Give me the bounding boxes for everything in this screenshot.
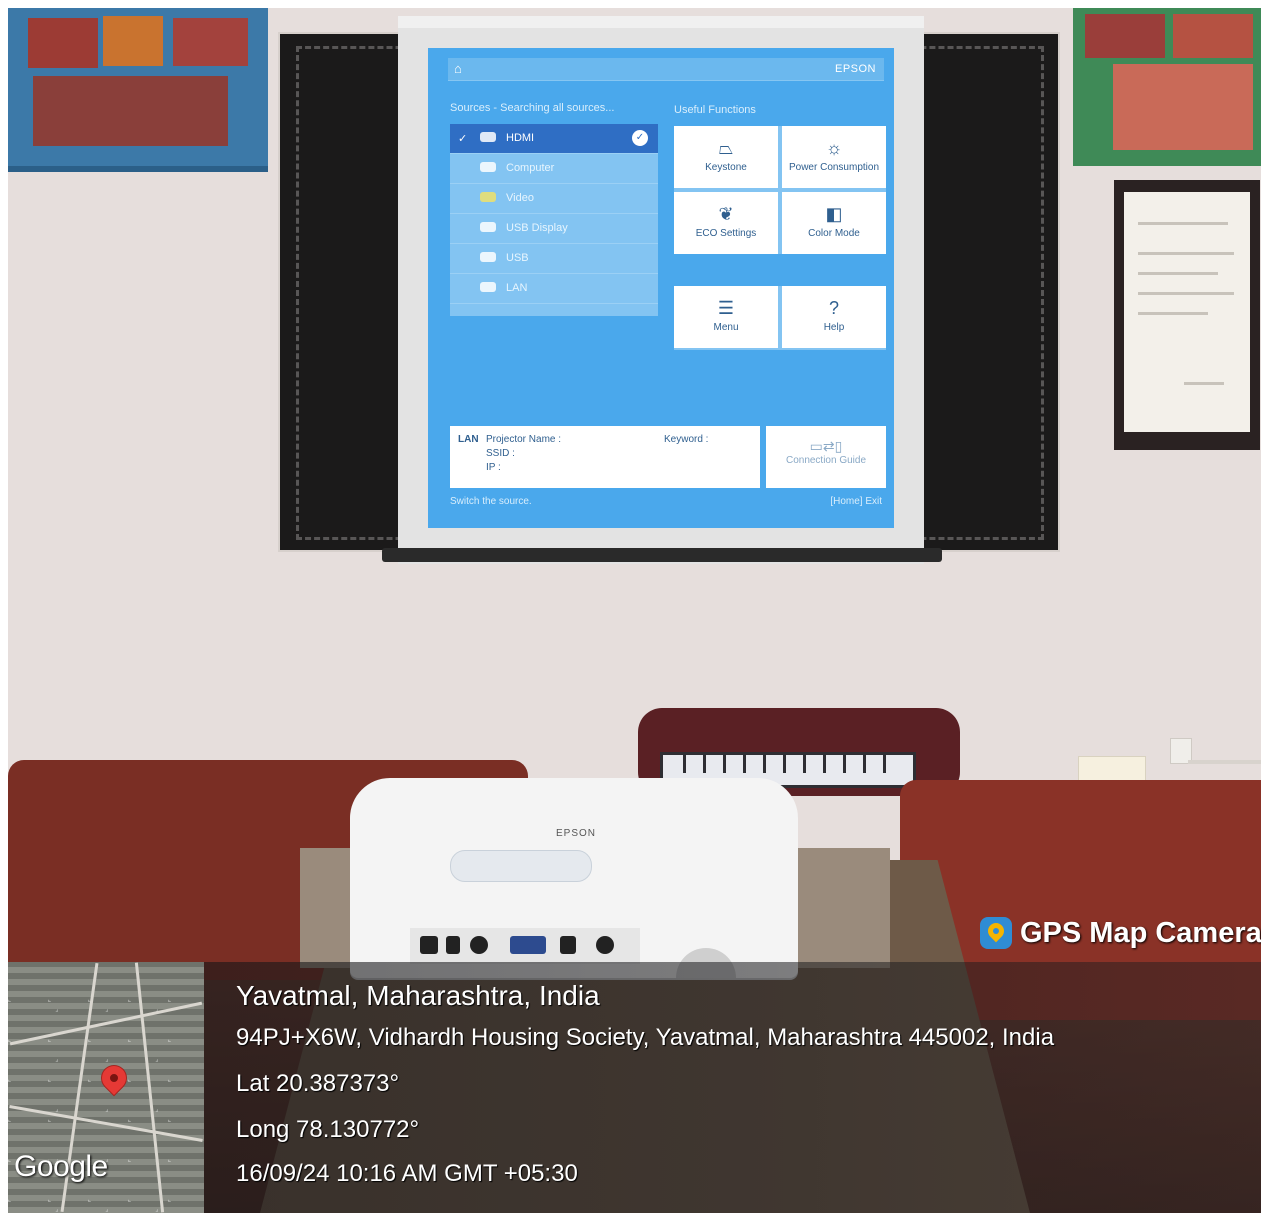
connection-guide-label: Connection Guide xyxy=(785,455,867,466)
source-item-usb[interactable]: USB xyxy=(450,244,658,274)
projector-control-panel xyxy=(450,850,592,882)
sources-title: Sources - Searching all sources... xyxy=(450,102,615,114)
location-address: 94PJ+X6W, Vidhardh Housing Society, Yava… xyxy=(236,1024,1055,1051)
projector-brand: EPSON xyxy=(556,828,597,839)
epson-projector: EPSON xyxy=(350,778,798,978)
help-button[interactable]: ? Help xyxy=(782,286,886,348)
menu-button[interactable]: ☰ Menu xyxy=(674,286,778,348)
feature-label: Power Consumption xyxy=(788,162,880,173)
location-longitude: Long 78.130772° xyxy=(236,1116,420,1143)
leaf-icon: ❦ xyxy=(718,204,734,224)
lightbulb-icon: ☼ xyxy=(825,138,843,158)
source-list: ✓ HDMI ✓ Computer Video USB Display USB xyxy=(450,124,658,316)
selected-icon: ✓ xyxy=(632,130,648,146)
lan-icon xyxy=(480,282,496,292)
power-consumption-button[interactable]: ☼ Power Consumption xyxy=(782,126,886,188)
ip-label: IP : xyxy=(486,462,501,473)
framed-certificate xyxy=(1114,180,1260,450)
color-mode-button[interactable]: ◧ Color Mode xyxy=(782,192,886,254)
google-logo: Google xyxy=(14,1150,108,1183)
keystone-icon: ⏢ xyxy=(718,138,734,158)
check-icon: ✓ xyxy=(458,133,468,145)
source-label: LAN xyxy=(506,282,528,294)
connection-guide-icon: ▭⇄▯ xyxy=(809,438,843,454)
source-item-usb-display[interactable]: USB Display xyxy=(450,214,658,244)
feature-label: ECO Settings xyxy=(695,228,757,239)
location-timestamp: 16/09/24 10:16 AM GMT +05:30 xyxy=(236,1160,578,1187)
help-icon: ? xyxy=(828,298,839,318)
color-mode-icon: ◧ xyxy=(825,204,843,224)
useful-functions-title: Useful Functions xyxy=(674,104,756,116)
source-label: USB xyxy=(506,252,529,264)
video-icon xyxy=(480,192,496,202)
computer-icon xyxy=(480,162,496,172)
eco-settings-button[interactable]: ❦ ECO Settings xyxy=(674,192,778,254)
projected-home-screen: ⌂ EPSON Sources - Searching all sources.… xyxy=(428,48,894,528)
epson-brand: EPSON xyxy=(834,63,876,75)
feature-label: Help xyxy=(823,322,845,333)
feature-label: Menu xyxy=(713,322,739,333)
connection-guide-button[interactable]: ▭⇄▯ Connection Guide xyxy=(766,426,886,488)
ssid-label: SSID : xyxy=(486,448,515,459)
home-icon: ⌂ xyxy=(454,61,462,76)
keystone-button[interactable]: ⏢ Keystone xyxy=(674,126,778,188)
feature-label: Keystone xyxy=(705,162,747,173)
wall-poster-left xyxy=(8,8,268,172)
gps-app-name: GPS Map Camera xyxy=(1020,916,1262,949)
source-label: Computer xyxy=(506,162,555,174)
source-label: Video xyxy=(506,192,534,204)
usb-display-icon xyxy=(480,222,496,232)
usb-icon xyxy=(480,252,496,262)
useful-functions-grid: ⏢ Keystone ☼ Power Consumption ❦ ECO Set… xyxy=(674,126,886,254)
hdmi-icon xyxy=(480,132,496,142)
keyword-label: Keyword : xyxy=(664,434,709,445)
menu-icon: ☰ xyxy=(717,298,735,318)
home-screen-header: ⌂ EPSON xyxy=(448,58,884,81)
lan-label: LAN xyxy=(458,434,479,445)
location-latitude: Lat 20.387373° xyxy=(236,1070,400,1097)
feature-label: Color Mode xyxy=(808,228,860,239)
source-item-lan[interactable]: LAN xyxy=(450,274,658,304)
wall-wire xyxy=(1188,760,1261,764)
projector-ports xyxy=(410,928,640,964)
footer-hint: Switch the source. xyxy=(450,496,532,507)
screen-bottom-bar xyxy=(382,548,942,562)
source-label: USB Display xyxy=(506,222,568,234)
network-info-panel: LAN Projector Name : SSID : IP : Keyword… xyxy=(450,426,760,488)
gps-map-camera-badge: GPS Map Camera xyxy=(980,912,1262,954)
source-item-computer[interactable]: Computer xyxy=(450,154,658,184)
projector-name-label: Projector Name : xyxy=(486,434,562,445)
gps-map-camera-icon xyxy=(980,917,1012,949)
source-item-hdmi[interactable]: ✓ HDMI ✓ xyxy=(450,124,658,154)
location-pin-icon xyxy=(97,1061,131,1095)
footer-exit-hint: [Home] Exit xyxy=(830,496,882,507)
photo: ⌂ EPSON Sources - Searching all sources.… xyxy=(0,0,1269,1213)
wall-poster-right xyxy=(1073,8,1261,166)
menu-help-grid: ☰ Menu ? Help xyxy=(674,286,886,350)
source-item-video[interactable]: Video xyxy=(450,184,658,214)
source-label: HDMI xyxy=(506,132,535,144)
location-city: Yavatmal, Maharashtra, India xyxy=(236,980,600,1011)
